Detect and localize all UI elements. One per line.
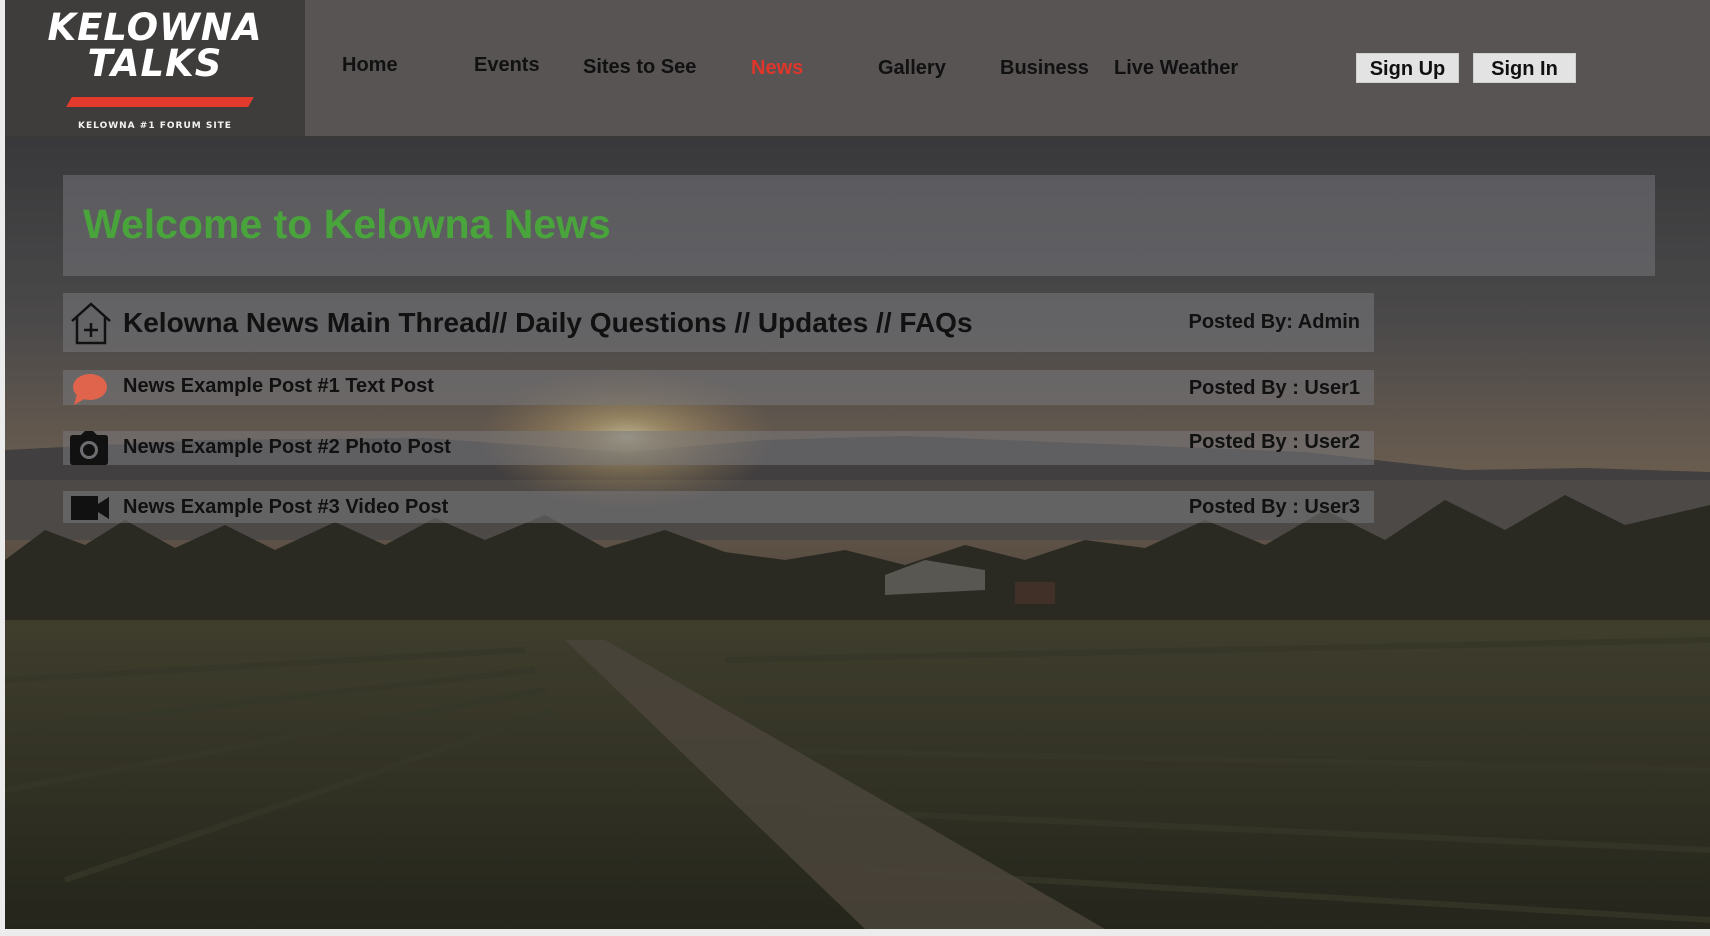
thread-row-photo-post[interactable]: News Example Post #2 Photo Post Posted B… [63, 431, 1374, 465]
thread-title[interactable]: News Example Post #2 Photo Post [123, 436, 451, 459]
thread-title[interactable]: News Example Post #3 Video Post [123, 496, 448, 519]
speech-bubble-icon [71, 372, 109, 411]
page: KELOWNA TALKS KELOWNA #1 FORUM SITE Home… [5, 0, 1710, 929]
home-plus-icon [69, 300, 113, 351]
thread-posted-by: Posted By : User3 [1188, 496, 1360, 518]
nav-gallery[interactable]: Gallery [878, 57, 946, 80]
nav-events[interactable]: Events [474, 54, 540, 77]
sign-up-button[interactable]: Sign Up [1356, 53, 1459, 83]
thread-posted-by: Posted By : User2 [1188, 431, 1360, 453]
camera-icon [69, 431, 109, 470]
thread-posted-by: Posted By: Admin [1188, 311, 1361, 333]
thread-row-video-post[interactable]: News Example Post #3 Video Post Posted B… [63, 491, 1374, 523]
site-logo[interactable]: KELOWNA TALKS KELOWNA #1 FORUM SITE [5, 0, 305, 136]
nav-business[interactable]: Business [1000, 57, 1089, 80]
logo-accent-stripe [66, 97, 254, 107]
welcome-banner: Welcome to Kelowna News [63, 175, 1655, 276]
nav-live-weather[interactable]: Live Weather [1114, 57, 1238, 80]
nav-sites-to-see[interactable]: Sites to See [583, 56, 696, 79]
nav-news[interactable]: News [751, 57, 803, 80]
sign-in-button[interactable]: Sign In [1473, 53, 1576, 83]
logo-title-line2: TALKS [87, 42, 223, 85]
thread-row-text-post[interactable]: News Example Post #1 Text Post Posted By… [63, 370, 1374, 405]
nav-home[interactable]: Home [342, 54, 398, 77]
thread-row-main[interactable]: Kelowna News Main Thread// Daily Questio… [63, 293, 1374, 352]
thread-posted-by: Posted By : User1 [1188, 377, 1360, 399]
thread-title[interactable]: News Example Post #1 Text Post [123, 375, 434, 398]
page-title: Welcome to Kelowna News [83, 201, 611, 247]
logo-tagline: KELOWNA #1 FORUM SITE [78, 121, 232, 131]
video-camera-icon [71, 496, 111, 525]
site-header: KELOWNA TALKS KELOWNA #1 FORUM SITE Home… [5, 0, 1710, 138]
thread-title[interactable]: Kelowna News Main Thread// Daily Questio… [123, 307, 973, 339]
